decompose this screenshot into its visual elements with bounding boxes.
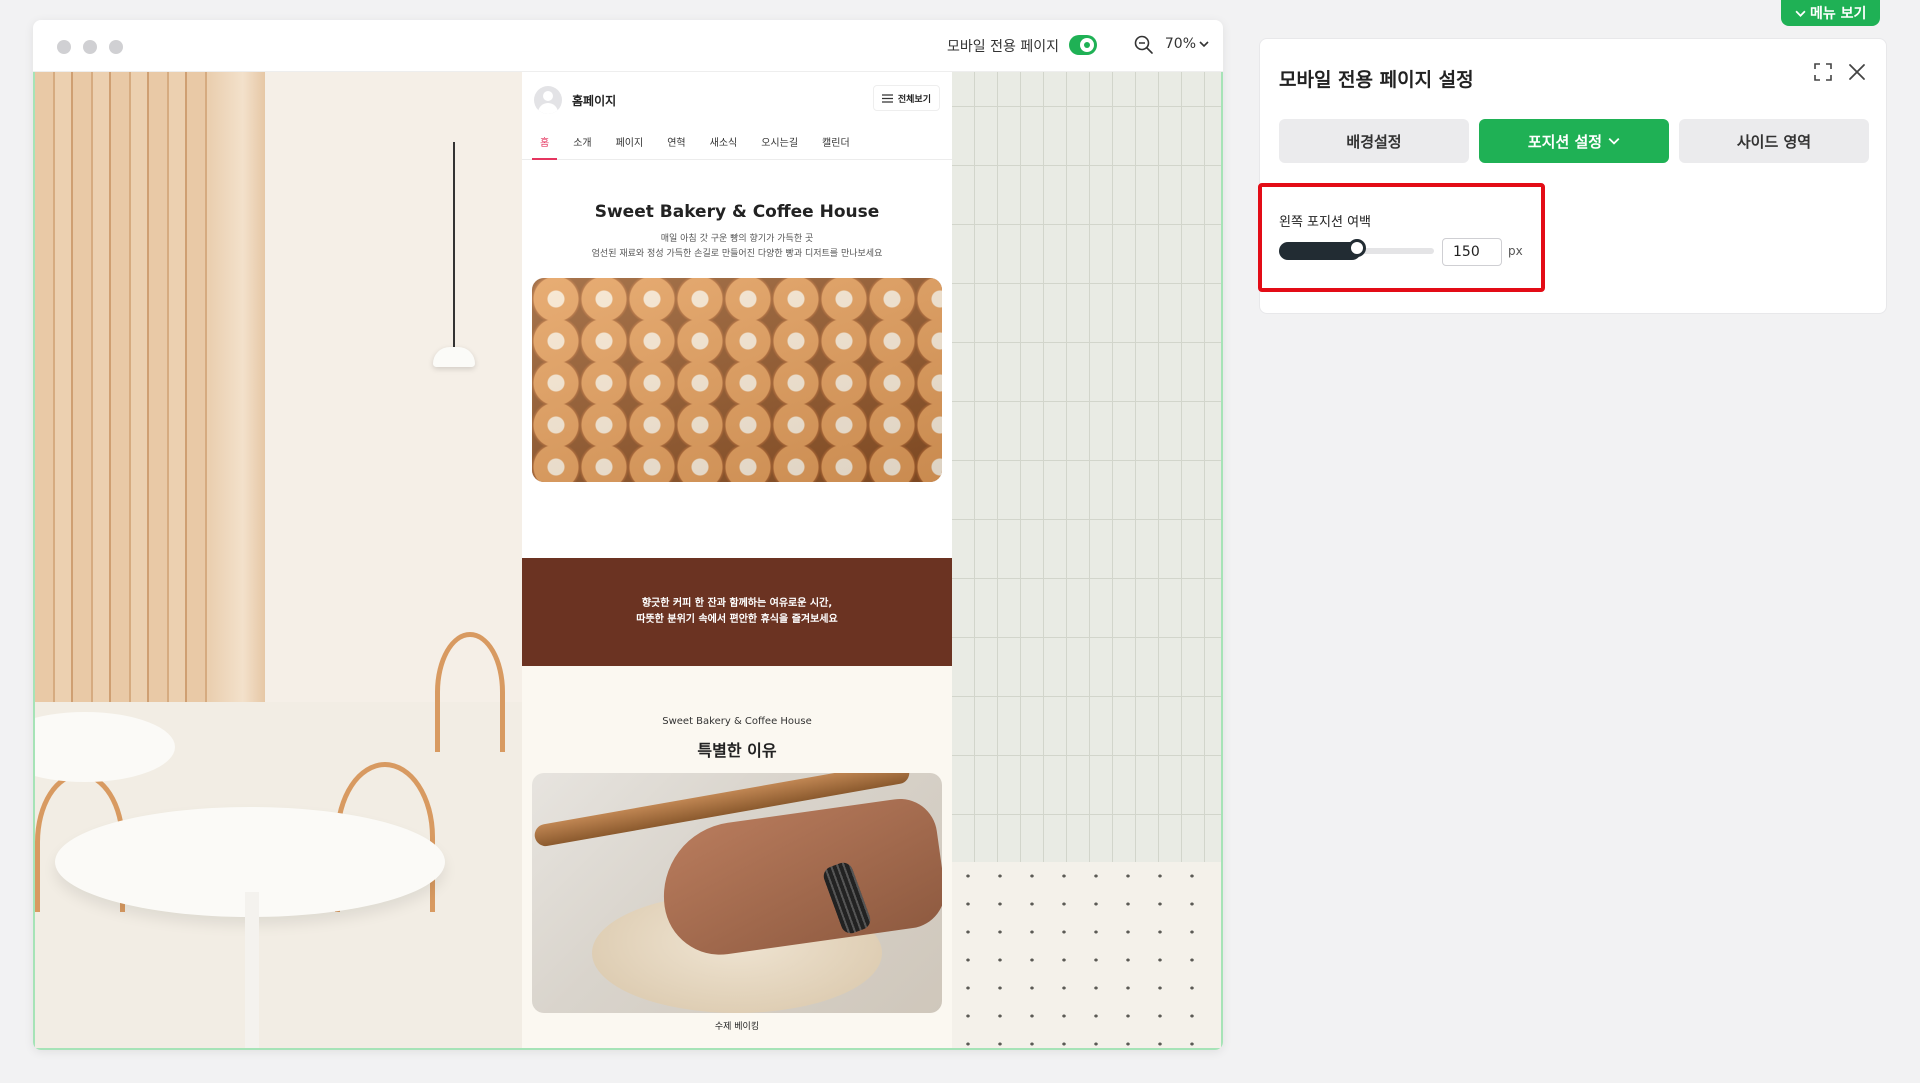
site-name: 홈페이지 — [572, 94, 617, 108]
tab-background-settings[interactable]: 배경설정 — [1279, 119, 1469, 163]
window-dot-1[interactable] — [57, 40, 71, 54]
hero-subtitle: 매일 아침 갓 구운 빵의 향기가 가득한 곳 엄선된 재료와 정성 가득한 손… — [522, 232, 952, 262]
left-position-margin-label: 왼쪽 포지션 여백 — [1279, 215, 1371, 230]
zoom-value: 70% — [1164, 36, 1196, 52]
mobile-only-label: 모바일 전용 페이지 — [947, 39, 1059, 55]
tab-background-label: 배경설정 — [1346, 132, 1402, 151]
zoom-select[interactable]: 70% — [1165, 36, 1209, 52]
mobile-tab-home[interactable]: 홈 — [532, 124, 558, 160]
tab-side-area[interactable]: 사이드 영역 — [1679, 119, 1869, 163]
promo-band: 향긋한 커피 한 잔과 함께하는 여유로운 시간, 따뜻한 분위기 속에서 편안… — [522, 558, 952, 666]
preview-toolbar: 모바일 전용 페이지 70% — [33, 20, 1223, 72]
slider-handle[interactable] — [1348, 239, 1366, 257]
zoom-out-icon[interactable] — [1133, 34, 1155, 56]
feature-eyebrow: Sweet Bakery & Coffee House — [662, 716, 812, 727]
tab-position-label: 포지션 설정 — [1527, 132, 1603, 151]
tab-position-settings[interactable]: 포지션 설정 — [1479, 119, 1669, 163]
mobile-tab-calendar[interactable]: 캘린더 — [814, 124, 858, 159]
unit-label: px — [1508, 244, 1523, 258]
mobile-header: 홈페이지 전체보기 — [522, 72, 952, 124]
hero-title: Sweet Bakery & Coffee House — [594, 202, 880, 222]
mobile-page-preview: 홈페이지 전체보기 홈 소개 페이지 연혁 새소식 오시는길 캘린더 Sweet… — [522, 72, 952, 1048]
tab-side-area-label: 사이드 영역 — [1736, 132, 1812, 151]
chevron-down-icon — [1795, 10, 1806, 17]
close-icon[interactable] — [1846, 61, 1868, 83]
menu-view-button[interactable]: 메뉴 보기 — [1781, 0, 1881, 26]
background-image-left — [35, 72, 522, 1048]
hero-subtitle-line-1: 매일 아침 갓 구운 빵의 향기가 가득한 곳 — [660, 234, 814, 244]
full-menu-button[interactable]: 전체보기 — [872, 85, 940, 111]
mobile-tab-directions[interactable]: 오시는길 — [753, 124, 806, 159]
window-dot-3[interactable] — [109, 40, 123, 54]
chevron-down-icon — [1608, 137, 1620, 145]
preview-window: 모바일 전용 페이지 70% 홈페이지 전체보기 홈 소개 페이지 연혁 새소식… — [33, 20, 1223, 1050]
panel-title: 모바일 전용 페이지 설정 — [1279, 69, 1474, 91]
left-position-input[interactable] — [1442, 238, 1502, 266]
mobile-tab-about[interactable]: 소개 — [565, 124, 599, 159]
full-menu-label: 전체보기 — [897, 94, 931, 105]
avatar — [534, 86, 562, 114]
feature-section: Sweet Bakery & Coffee House 특별한 이유 수제 베이… — [522, 666, 952, 1048]
mobile-tab-news[interactable]: 새소식 — [702, 124, 746, 159]
feature-caption: 수제 베이킹 — [714, 1022, 760, 1032]
preview-stage: 홈페이지 전체보기 홈 소개 페이지 연혁 새소식 오시는길 캘린더 Sweet… — [33, 72, 1223, 1050]
mobile-tab-page[interactable]: 페이지 — [608, 124, 652, 159]
hamburger-icon — [881, 93, 893, 103]
baking-image — [532, 773, 942, 1013]
window-dot-2[interactable] — [83, 40, 97, 54]
mobile-only-toggle[interactable] — [1069, 35, 1097, 55]
mobile-nav-tabs: 홈 소개 페이지 연혁 새소식 오시는길 캘린더 — [522, 124, 952, 160]
menu-view-label: 메뉴 보기 — [1810, 6, 1867, 22]
chevron-down-icon — [1199, 41, 1209, 48]
expand-icon[interactable] — [1812, 61, 1834, 83]
hero-subtitle-line-2: 엄선된 재료와 정성 가득한 손길로 만들어진 다양한 빵과 디저트를 만나보세… — [591, 249, 883, 259]
left-position-slider[interactable] — [1279, 239, 1434, 260]
promo-line-2: 따뜻한 분위기 속에서 편안한 휴식을 즐겨보세요 — [636, 614, 838, 625]
highlight-box — [1258, 183, 1545, 292]
feature-title: 특별한 이유 — [697, 741, 777, 760]
window-controls — [57, 40, 123, 54]
pendant-lamp — [433, 347, 475, 367]
panel-tabs: 배경설정 포지션 설정 사이드 영역 — [1279, 119, 1869, 163]
donuts-image — [532, 278, 942, 482]
mobile-tab-history[interactable]: 연혁 — [659, 124, 693, 159]
promo-line-1: 향긋한 커피 한 잔과 함께하는 여유로운 시간, — [641, 598, 833, 609]
